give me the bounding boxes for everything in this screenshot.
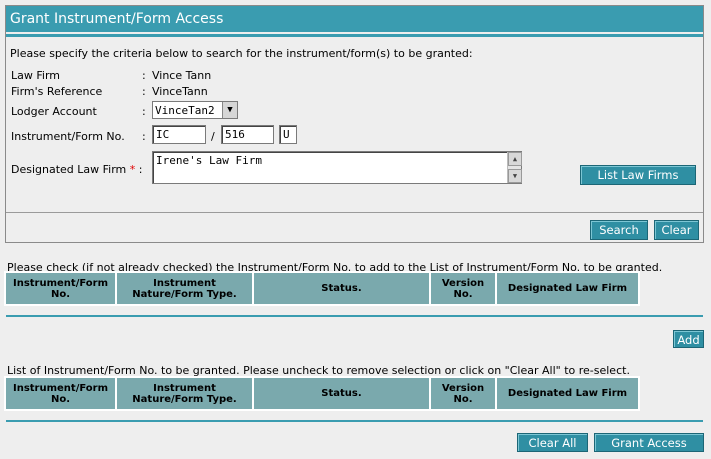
search-instruction: Please specify the criteria below to sea… [10, 47, 473, 60]
grant-access-button[interactable]: Grant Access [594, 433, 704, 452]
search-results-rule [6, 315, 703, 317]
clear-button[interactable]: Clear [654, 220, 699, 240]
designated-law-firm-colon: : [138, 163, 143, 176]
page-title: Grant Instrument/Form Access [6, 6, 703, 32]
column-header-instrument-no: Instrument/Form No. [6, 378, 115, 409]
scroll-down-icon[interactable]: ▼ [508, 169, 522, 183]
instrument-suffix-input[interactable]: U [279, 125, 297, 144]
search-results-table: Instrument/Form No. Instrument Nature/Form… [4, 271, 640, 306]
lodger-account-colon: : [142, 105, 146, 118]
law-firm-value: Vince Tann [152, 69, 212, 82]
add-button[interactable]: Add [673, 330, 704, 348]
designated-law-firm-label-text: Designated Law Firm [11, 163, 127, 176]
column-header-instrument-nature: Instrument Nature/Form Type. [117, 273, 252, 304]
firms-reference-colon: : [142, 85, 146, 98]
scroll-up-icon[interactable]: ▲ [508, 152, 522, 166]
granted-list-rule [6, 420, 703, 422]
column-header-version-no: Version No. [431, 378, 495, 409]
law-firm-label: Law Firm [11, 69, 60, 82]
column-header-instrument-nature: Instrument Nature/Form Type. [117, 378, 252, 409]
search-criteria-panel [5, 5, 704, 243]
chevron-down-icon[interactable]: ▼ [222, 102, 237, 118]
instrument-no-colon: : [142, 130, 146, 143]
column-header-instrument-no: Instrument/Form No. [6, 273, 115, 304]
firms-reference-value: VinceTann [152, 85, 208, 98]
textarea-scrollbar[interactable]: ▲ ▼ [507, 152, 522, 183]
instrument-number-input[interactable]: 516 [221, 125, 274, 144]
law-firm-colon: : [142, 69, 146, 82]
column-header-status: Status. [254, 378, 429, 409]
instrument-prefix-input[interactable]: IC [152, 125, 206, 144]
column-header-status: Status. [254, 273, 429, 304]
title-underline [6, 34, 703, 37]
criteria-divider [6, 212, 703, 213]
column-header-designated-law-firm: Designated Law Firm [497, 378, 638, 409]
designated-law-firm-value: Irene's Law Firm [156, 154, 262, 167]
designated-law-firm-label: Designated Law Firm * : [11, 163, 143, 176]
granted-list-table: Instrument/Form No. Instrument Nature/Form… [4, 376, 640, 411]
list-law-firms-button[interactable]: List Law Firms [580, 165, 696, 185]
instrument-no-label: Instrument/Form No. [11, 130, 125, 143]
instrument-separator: / [211, 130, 215, 143]
column-header-version-no: Version No. [431, 273, 495, 304]
designated-law-firm-textarea[interactable]: Irene's Law Firm ▲ ▼ [152, 151, 522, 184]
lodger-account-select[interactable]: VinceTan2 ▼ [152, 101, 238, 119]
clear-all-button[interactable]: Clear All [517, 433, 588, 452]
search-button[interactable]: Search [590, 220, 648, 240]
column-header-designated-law-firm: Designated Law Firm [497, 273, 638, 304]
firms-reference-label: Firm's Reference [11, 85, 103, 98]
required-marker: * [129, 163, 136, 176]
lodger-account-label: Lodger Account [11, 105, 97, 118]
lodger-account-selected-value: VinceTan2 [155, 104, 215, 117]
